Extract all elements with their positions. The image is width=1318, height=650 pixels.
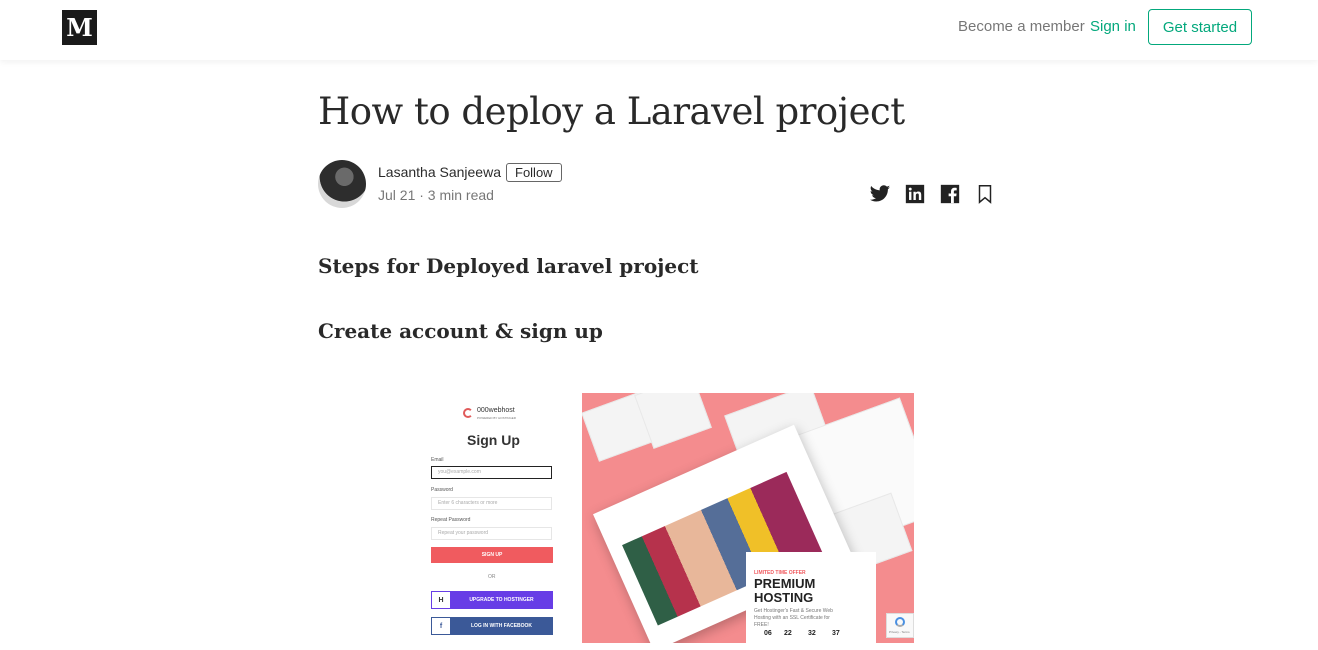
offer-title-line2: HOSTING <box>754 590 814 605</box>
repeat-password-field: Repeat your password <box>431 527 552 540</box>
hostinger-icon: H <box>432 592 450 608</box>
brand-name: 000webhost <box>477 407 515 414</box>
article-meta: Jul 21 · 3 min read <box>378 187 494 203</box>
logo-letter: M <box>66 13 93 42</box>
password-label: Password <box>431 487 453 493</box>
offer-card: LIMITED TIME OFFER PREMIUM HOSTING Get H… <box>746 552 876 643</box>
or-divider: OR <box>488 574 496 580</box>
author-name[interactable]: Lasantha Sanjeewa <box>378 164 501 180</box>
author-avatar[interactable] <box>318 160 366 208</box>
password-field: Enter 6 characters or more <box>431 497 552 510</box>
timer-days: 06 <box>764 630 772 637</box>
article-title: How to deploy a Laravel project <box>318 90 905 133</box>
section-heading-steps: Steps for Deployed laravel project <box>318 254 699 278</box>
bookmark-icon[interactable] <box>974 183 996 205</box>
linkedin-icon[interactable] <box>904 183 926 205</box>
signup-form-image: 000webhost POWERED BY HOSTINGER Sign Up … <box>421 393 581 643</box>
follow-button[interactable]: Follow <box>506 163 562 182</box>
upgrade-button-image: H UPGRADE TO HOSTINGER <box>431 591 553 609</box>
signup-title: Sign Up <box>467 432 520 448</box>
email-label: Email <box>431 457 444 463</box>
facebook-icon[interactable] <box>939 183 961 205</box>
offer-title-line1: PREMIUM <box>754 576 816 591</box>
get-started-button[interactable]: Get started <box>1148 9 1252 45</box>
recaptcha-text: Privacy - Terms <box>889 630 910 634</box>
section-heading-create-account: Create account & sign up <box>318 319 603 343</box>
hosting-promo-image: LIMITED TIME OFFER PREMIUM HOSTING Get H… <box>582 393 914 643</box>
webhost-logo-icon <box>463 408 473 418</box>
sign-in-link[interactable]: Sign in <box>1090 18 1136 35</box>
signup-button-image: SIGN UP <box>431 547 553 563</box>
facebook-login-label: LOG IN WITH FACEBOOK <box>470 623 533 629</box>
timer-hours: 22 <box>784 630 792 637</box>
upgrade-label: UPGRADE TO HOSTINGER <box>469 597 534 603</box>
timer-seconds: 37 <box>832 630 840 637</box>
top-navigation-bar: M Become a member Sign in Get started <box>0 0 1318 60</box>
facebook-login-button-image: f LOG IN WITH FACEBOOK <box>431 617 553 635</box>
medium-logo[interactable]: M <box>62 10 97 45</box>
repeat-password-label: Repeat Password <box>431 517 471 523</box>
recaptcha-badge: Privacy - Terms <box>886 613 914 638</box>
brand-subtitle: POWERED BY HOSTINGER <box>477 416 516 420</box>
offer-text: Get Hostinger's Fast & Secure Web Hostin… <box>754 608 833 628</box>
email-field: you@example.com <box>431 466 552 479</box>
twitter-icon[interactable] <box>869 183 891 205</box>
article-figure: 000webhost POWERED BY HOSTINGER Sign Up … <box>421 393 914 643</box>
timer-minutes: 32 <box>808 630 816 637</box>
facebook-small-icon: f <box>432 618 450 634</box>
become-member-link[interactable]: Become a member <box>958 18 1085 35</box>
